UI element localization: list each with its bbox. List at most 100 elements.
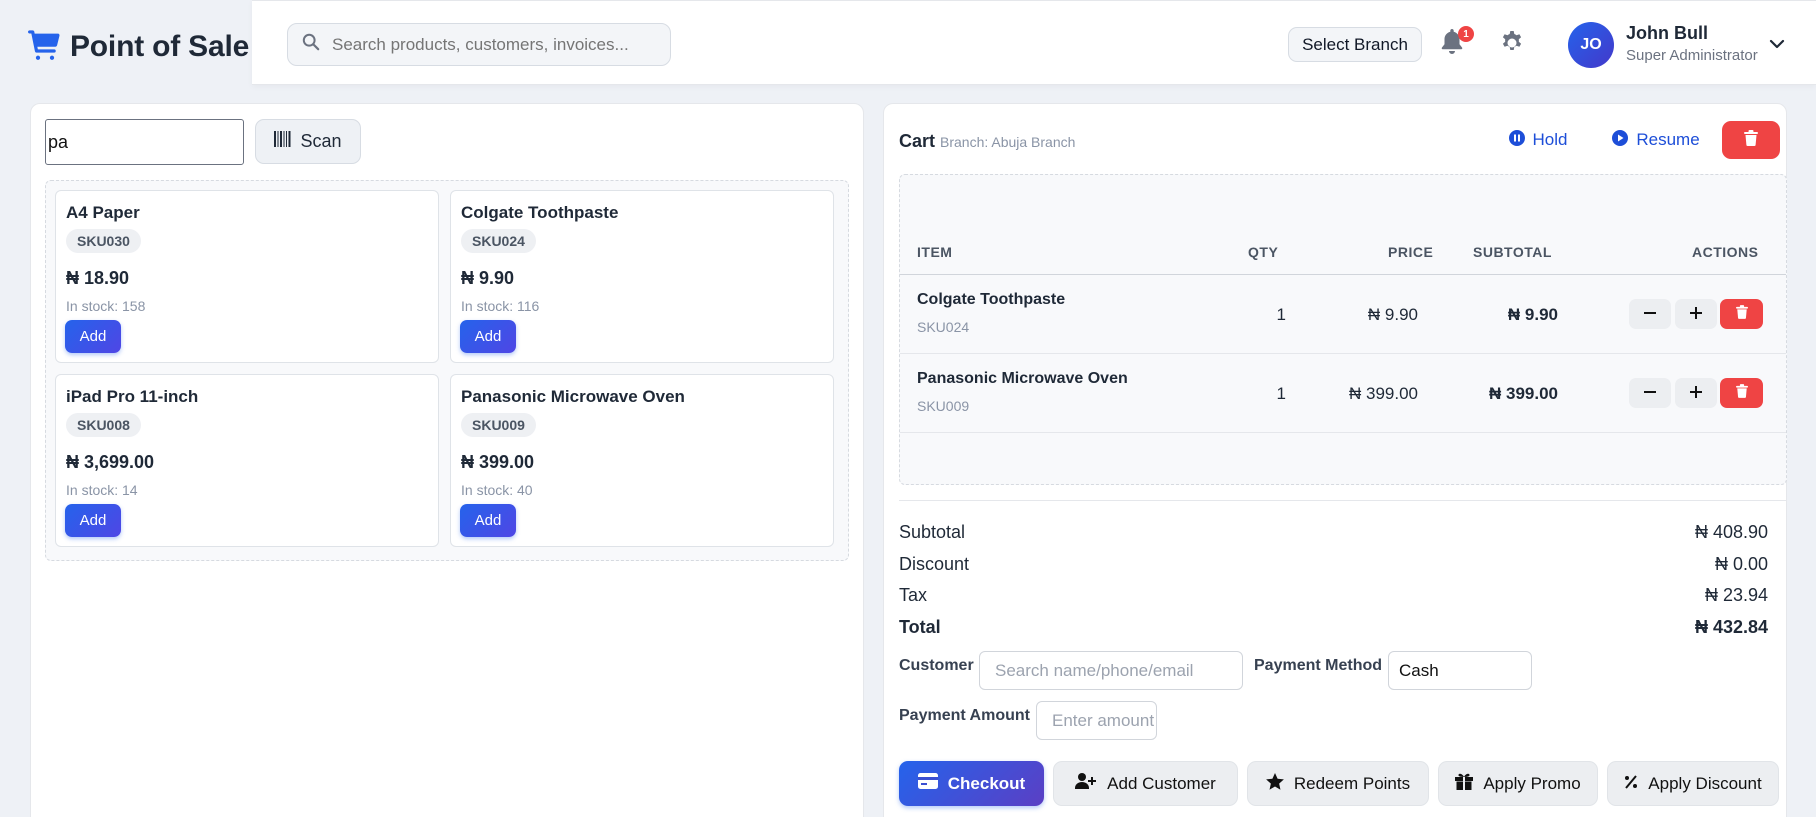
add-to-cart-button[interactable]: Add [460,504,516,537]
product-sku: SKU009 [461,413,536,437]
increase-qty-button[interactable] [1675,378,1717,408]
brand: Point of Sale [0,0,252,94]
apply-discount-button[interactable]: Apply Discount [1607,761,1779,806]
global-search-input[interactable] [332,34,652,55]
checkout-button[interactable]: Checkout [899,761,1044,806]
plus-icon [1689,382,1703,405]
scan-label: Scan [300,131,342,151]
tax-value: ₦ 23.94 [1704,585,1768,605]
add-to-cart-button[interactable]: Add [460,320,516,353]
user-role: Super Administrator [1626,47,1758,64]
cart-title: Cart [899,131,936,151]
apply-promo-label: Apply Promo [1483,773,1581,793]
product-sku: SKU008 [66,413,141,437]
product-stock: In stock: 158 [66,298,146,314]
settings-button[interactable] [1500,29,1530,59]
product-price: ₦ 399.00 [461,452,535,472]
subtotal-value: ₦ 408.90 [1694,522,1768,542]
decrease-qty-button[interactable] [1629,299,1671,329]
product-card: iPad Pro 11-inch SKU008 ₦ 3,699.00 In st… [55,374,439,547]
global-search[interactable] [287,23,671,66]
star-icon [1266,772,1284,795]
subtotal-label: Subtotal [899,522,966,542]
user-menu-toggle[interactable] [1768,35,1786,53]
search-icon [302,33,320,56]
item-qty: 1 [1276,384,1286,403]
hold-button[interactable]: Hold [1500,121,1576,159]
app-title: Point of Sale [70,30,250,63]
trash-icon [1735,383,1748,403]
remove-item-button[interactable] [1720,378,1763,408]
products-panel: Scan A4 Paper SKU030 ₦ 18.90 In stock: 1… [30,103,864,817]
credit-card-icon [917,773,938,794]
discount-value: ₦ 0.00 [1714,554,1768,574]
total-value: ₦ 432.84 [1694,617,1768,637]
redeem-points-button[interactable]: Redeem Points [1247,761,1429,806]
pause-icon [1508,129,1525,151]
add-customer-label: Add Customer [1107,773,1216,793]
product-card: Panasonic Microwave Oven SKU009 ₦ 399.00… [450,374,834,547]
minus-icon [1643,303,1657,326]
column-header-item: ITEM [917,244,953,260]
cart-table: ITEM QTY PRICE SUBTOTAL ACTIONS Colgate … [899,174,1787,485]
notifications-button[interactable]: 1 [1440,26,1474,59]
cart-branch: Branch: Abuja Branch [940,134,1076,150]
bell-icon [1440,29,1464,59]
clear-cart-button[interactable] [1722,121,1780,159]
percent-icon [1624,774,1638,794]
total-label: Total [899,617,941,637]
payment-amount-label: Payment Amount [899,707,1030,724]
select-branch-button[interactable]: Select Branch [1288,27,1422,62]
apply-promo-button[interactable]: Apply Promo [1438,761,1598,806]
payment-method-select[interactable] [1388,651,1532,690]
item-name: Colgate Toothpaste [917,291,1066,308]
checkout-label: Checkout [947,773,1026,793]
customer-search-input[interactable] [979,651,1243,690]
summary-divider [899,500,1787,501]
redeem-points-label: Redeem Points [1293,773,1411,793]
product-sku: SKU024 [461,229,536,253]
product-name: Panasonic Microwave Oven [461,387,685,406]
item-sku: SKU009 [917,398,970,414]
product-stock: In stock: 40 [461,482,533,498]
add-to-cart-button[interactable]: Add [65,320,121,353]
tax-label: Tax [899,585,928,605]
cart-panel: Cart Branch: Abuja Branch Hold Resume IT… [883,103,1787,817]
product-search-input[interactable] [45,119,244,165]
top-bar: Select Branch 1 JO John Bull Super Admin… [252,0,1816,85]
avatar[interactable]: JO [1568,22,1614,68]
add-to-cart-button[interactable]: Add [65,504,121,537]
item-price: ₦ 9.90 [1367,305,1418,324]
item-subtotal: ₦ 399.00 [1489,384,1558,403]
barcode-icon [274,131,292,152]
item-price: ₦ 399.00 [1349,384,1418,403]
product-stock: In stock: 14 [66,482,138,498]
resume-button[interactable]: Resume [1606,121,1706,159]
table-row: Colgate Toothpaste SKU024 1 ₦ 9.90 ₦ 9.9… [900,275,1786,354]
scan-button[interactable]: Scan [255,119,361,164]
product-name: iPad Pro 11-inch [66,387,199,406]
resume-label: Resume [1636,130,1700,149]
item-qty: 1 [1276,305,1286,324]
product-price: ₦ 3,699.00 [66,452,155,472]
hold-label: Hold [1532,130,1568,149]
discount-label: Discount [899,554,970,574]
customer-label: Customer [899,657,974,674]
item-subtotal: ₦ 9.90 [1507,305,1558,324]
gear-icon [1500,31,1524,57]
column-header-actions: ACTIONS [1692,244,1759,260]
remove-item-button[interactable] [1720,299,1763,329]
cart-icon [28,29,60,65]
payment-amount-input[interactable] [1036,701,1157,740]
decrease-qty-button[interactable] [1629,378,1671,408]
payment-method-label: Payment Method [1254,657,1383,674]
add-customer-button[interactable]: Add Customer [1053,761,1238,806]
product-sku: SKU030 [66,229,141,253]
user-plus-icon [1075,773,1097,794]
product-grid: A4 Paper SKU030 ₦ 18.90 In stock: 158 Ad… [45,180,849,561]
notification-badge: 1 [1458,26,1474,42]
apply-discount-label: Apply Discount [1648,773,1762,793]
increase-qty-button[interactable] [1675,299,1717,329]
minus-icon [1643,382,1657,405]
gift-icon [1455,772,1474,795]
